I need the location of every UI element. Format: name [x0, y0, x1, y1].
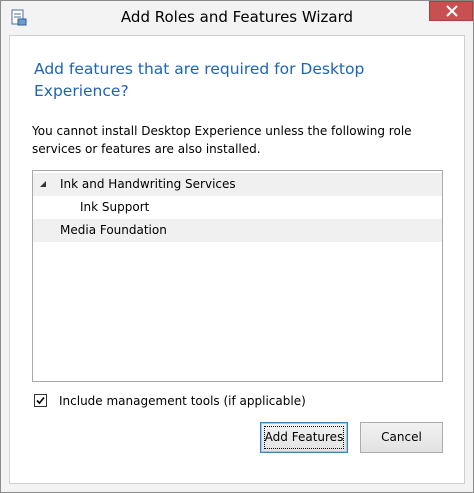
collapse-triangle-icon[interactable]	[39, 180, 47, 188]
close-icon	[446, 5, 458, 17]
add-features-button[interactable]: Add Features	[260, 422, 348, 453]
include-tools-label: Include management tools (if applicable)	[59, 394, 306, 408]
cancel-button[interactable]: Cancel	[360, 422, 443, 453]
title-bar[interactable]: Add Roles and Features Wizard	[1, 1, 473, 35]
dialog-description: You cannot install Desktop Experience un…	[32, 124, 412, 156]
tree-item-ink-support[interactable]: Ink Support	[33, 196, 442, 219]
cancel-label: Cancel	[381, 430, 422, 444]
wizard-window: Add Roles and Features Wizard Add featur…	[0, 0, 474, 493]
check-icon	[36, 396, 45, 405]
dialog-heading: Add features that are required for Deskt…	[34, 60, 365, 100]
tree-item-ink-handwriting[interactable]: Ink and Handwriting Services	[33, 173, 442, 196]
tree-item-label: Ink and Handwriting Services	[60, 177, 236, 191]
tree-item-label: Ink Support	[80, 200, 150, 214]
include-tools-checkbox[interactable]	[34, 394, 47, 407]
required-features-tree[interactable]: Ink and Handwriting Services Ink Support…	[32, 170, 443, 382]
window-title: Add Roles and Features Wizard	[120, 8, 354, 26]
dialog-content: Add features that are required for Deskt…	[9, 35, 465, 484]
close-button[interactable]	[429, 1, 473, 21]
add-features-label: Add Features	[264, 430, 344, 444]
tree-item-label: Media Foundation	[60, 223, 167, 237]
include-tools-option[interactable]: Include management tools (if applicable)	[34, 392, 354, 410]
tree-item-media-foundation[interactable]: Media Foundation	[33, 219, 442, 242]
